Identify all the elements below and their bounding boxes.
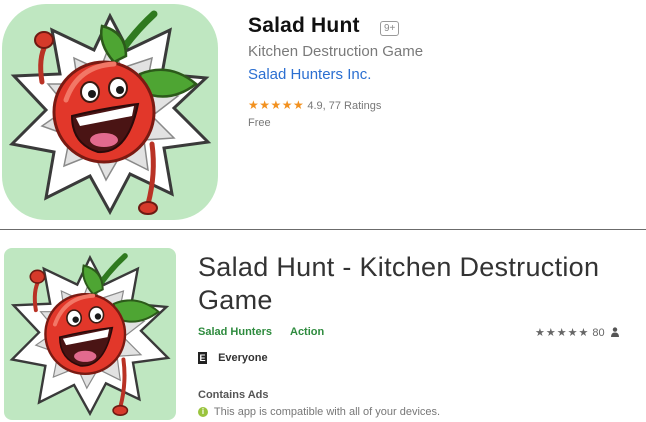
play-app-title: Salad Hunt - Kitchen Destruction Game	[198, 252, 600, 315]
ios-developer-link[interactable]: Salad Hunters Inc.	[248, 66, 371, 83]
info-icon: i	[198, 407, 208, 418]
play-app-icon[interactable]	[4, 248, 176, 420]
ios-price: Free	[248, 117, 271, 129]
compatibility-text: This app is compatible with all of your …	[213, 406, 441, 418]
play-rating-row: ★★★★★ 80	[535, 326, 619, 340]
ios-app-title: Salad Hunt	[248, 14, 360, 37]
content-rating-label: Everyone	[218, 352, 268, 365]
age-rating-badge: 9+	[380, 21, 400, 36]
esrb-everyone-icon: E	[198, 352, 207, 365]
ios-rating-text: 4.9, 77 Ratings	[307, 100, 382, 112]
compatibility-notice: i This app is compatible with all of you…	[198, 406, 440, 418]
contains-ads-label: Contains Ads	[198, 389, 269, 401]
content-rating: E Everyone	[198, 352, 268, 365]
ios-app-subtitle: Kitchen Destruction Game	[248, 43, 424, 60]
ios-app-icon[interactable]	[2, 4, 218, 220]
section-divider	[0, 229, 646, 230]
play-developer-link[interactable]: Salad Hunters	[198, 326, 272, 338]
play-star-rating-icon: ★★★★★	[535, 327, 590, 339]
ios-rating-row: ★★★★★ 4.9, 77 Ratings	[248, 98, 381, 112]
play-rating-count: 80	[592, 327, 605, 339]
play-genre-link[interactable]: Action	[290, 326, 324, 338]
person-icon	[610, 326, 619, 340]
ios-star-rating-icon: ★★★★★	[248, 98, 305, 112]
